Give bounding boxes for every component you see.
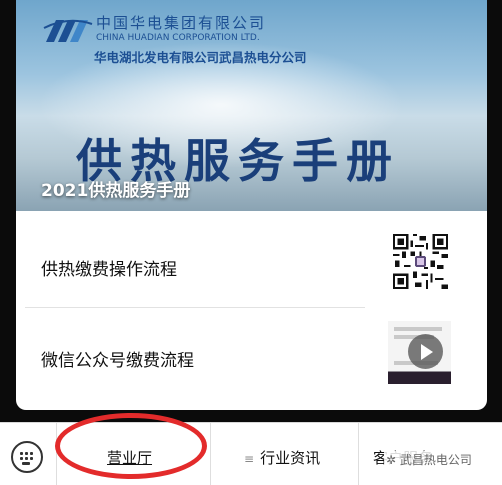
branch-name: 华电湖北发电有限公司武昌热电分公司 [94,50,307,65]
nav-separator [358,423,359,485]
cover-banner[interactable]: 中国华电集团有限公司 CHINA HUADIAN CORPORATION LTD… [16,0,487,211]
play-icon[interactable] [408,334,443,369]
menu-icon: ≡ [244,452,255,466]
banner-caption: 2021供热服务手册 [41,181,191,201]
keyboard-icon[interactable] [11,441,43,473]
qr-code-icon [393,234,448,289]
company-name-cn: 中国华电集团有限公司 [96,14,267,32]
highlight-circle-annotation [55,413,207,479]
watermark-text: 武昌热电公司 [399,453,472,467]
wechat-icon: ✲ [386,453,397,467]
item-title: 供热缴费操作流程 [41,260,177,280]
huadian-logo [43,19,93,42]
video-thumbnail[interactable] [388,321,451,384]
item-title: 微信公众号缴费流程 [41,351,194,371]
company-name-en: CHINA HUADIAN CORPORATION LTD. [96,33,260,43]
wechat-watermark: ✲ 武昌热电公司 [384,451,474,468]
tab-industry-news[interactable]: ≡ 行业资讯 [244,447,320,468]
nav-separator [210,423,211,485]
tab-industry-news-label: 行业资讯 [260,449,321,467]
item-divider [25,307,365,308]
